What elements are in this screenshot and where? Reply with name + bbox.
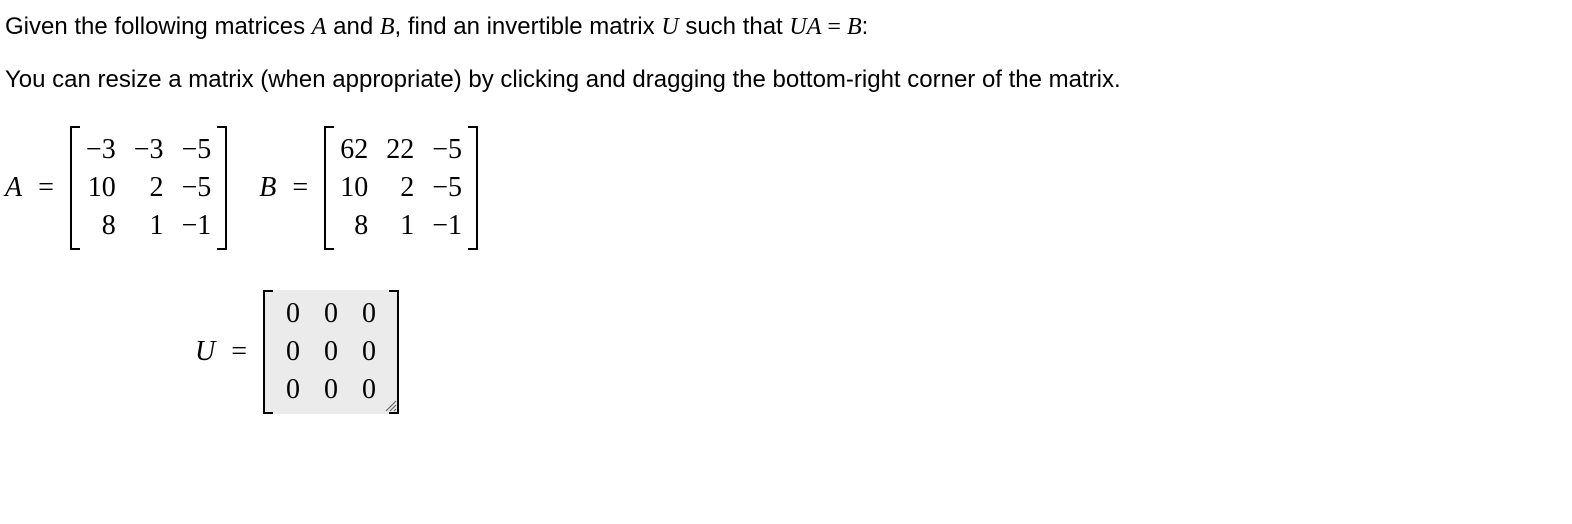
matrix-b-grid: 62 22 −5 10 2 −5 8 1 −1 (334, 126, 468, 250)
matrix-cell: 22 (386, 134, 414, 166)
bracket-left (70, 126, 80, 250)
text-segment: , find an invertible matrix (395, 13, 662, 40)
problem-statement-line-1: Given the following matrices A and B, fi… (5, 10, 1567, 45)
matrix-cell: −5 (432, 134, 462, 166)
matrix-cell: −3 (86, 134, 116, 166)
matrix-u-block: U = 0 0 0 0 0 0 0 0 0 (195, 290, 399, 414)
matrix-a-label: A (5, 172, 22, 204)
matrix-cell: −1 (432, 210, 462, 242)
bracket-right (468, 126, 478, 250)
matrix-u-label: U (195, 336, 215, 368)
matrix-cell: 62 (340, 134, 368, 166)
text-segment: Given the following matrices (5, 13, 312, 40)
matrix-a: −3 −3 −5 10 2 −5 8 1 −1 (70, 126, 227, 250)
matrix-cell: 1 (134, 210, 164, 242)
matrix-input-cell[interactable]: 0 (359, 336, 379, 368)
matrix-cell: 10 (340, 172, 368, 204)
matrix-b-block: B = 62 22 −5 10 2 −5 8 1 −1 (259, 126, 478, 250)
math-variable-a: A (312, 14, 327, 40)
matrix-cell: −5 (182, 134, 212, 166)
math-variable-u: U (661, 14, 678, 40)
matrix-cell: 10 (86, 172, 116, 204)
problem-statement-line-2: You can resize a matrix (when appropriat… (5, 63, 1567, 97)
matrix-u-input[interactable]: 0 0 0 0 0 0 0 0 0 (263, 290, 399, 414)
matrix-cell: −5 (432, 172, 462, 204)
text-segment: such that (679, 13, 790, 40)
matrix-input-cell[interactable]: 0 (321, 336, 341, 368)
bracket-right (389, 290, 399, 414)
matrix-b-label: B (259, 172, 276, 204)
matrix-b: 62 22 −5 10 2 −5 8 1 −1 (324, 126, 478, 250)
math-equation: UA = B (789, 14, 861, 40)
matrix-cell: 2 (134, 172, 164, 204)
resize-handle-icon[interactable] (383, 398, 397, 412)
matrix-cell: 1 (386, 210, 414, 242)
matrix-cell: 2 (386, 172, 414, 204)
resize-instruction: You can resize a matrix (when appropriat… (5, 66, 1121, 93)
matrix-input-cell[interactable]: 0 (321, 298, 341, 330)
matrix-input-cell[interactable]: 0 (283, 374, 303, 406)
matrix-input-cell[interactable]: 0 (359, 298, 379, 330)
bracket-left (263, 290, 273, 414)
matrix-input-cell[interactable]: 0 (321, 374, 341, 406)
matrix-cell: −5 (182, 172, 212, 204)
matrix-u-grid[interactable]: 0 0 0 0 0 0 0 0 0 (273, 290, 389, 414)
bracket-left (324, 126, 334, 250)
matrix-cell: −3 (134, 134, 164, 166)
given-matrices-row: A = −3 −3 −5 10 2 −5 8 1 −1 B = 62 2 (5, 126, 1567, 250)
answer-matrix-row: U = 0 0 0 0 0 0 0 0 0 (195, 290, 1567, 414)
text-segment: and (326, 13, 379, 40)
matrix-a-block: A = −3 −3 −5 10 2 −5 8 1 −1 (5, 126, 227, 250)
text-segment: : (862, 13, 869, 40)
equals-sign: = (292, 172, 308, 204)
matrix-a-grid: −3 −3 −5 10 2 −5 8 1 −1 (80, 126, 217, 250)
matrix-input-cell[interactable]: 0 (283, 336, 303, 368)
matrix-cell: 8 (340, 210, 368, 242)
bracket-right (217, 126, 227, 250)
matrix-cell: −1 (182, 210, 212, 242)
equals-sign: = (38, 172, 54, 204)
math-variable-b: B (380, 14, 395, 40)
matrix-cell: 8 (86, 210, 116, 242)
matrix-input-cell[interactable]: 0 (283, 298, 303, 330)
equals-sign: = (231, 336, 247, 368)
matrix-input-cell[interactable]: 0 (359, 374, 379, 406)
